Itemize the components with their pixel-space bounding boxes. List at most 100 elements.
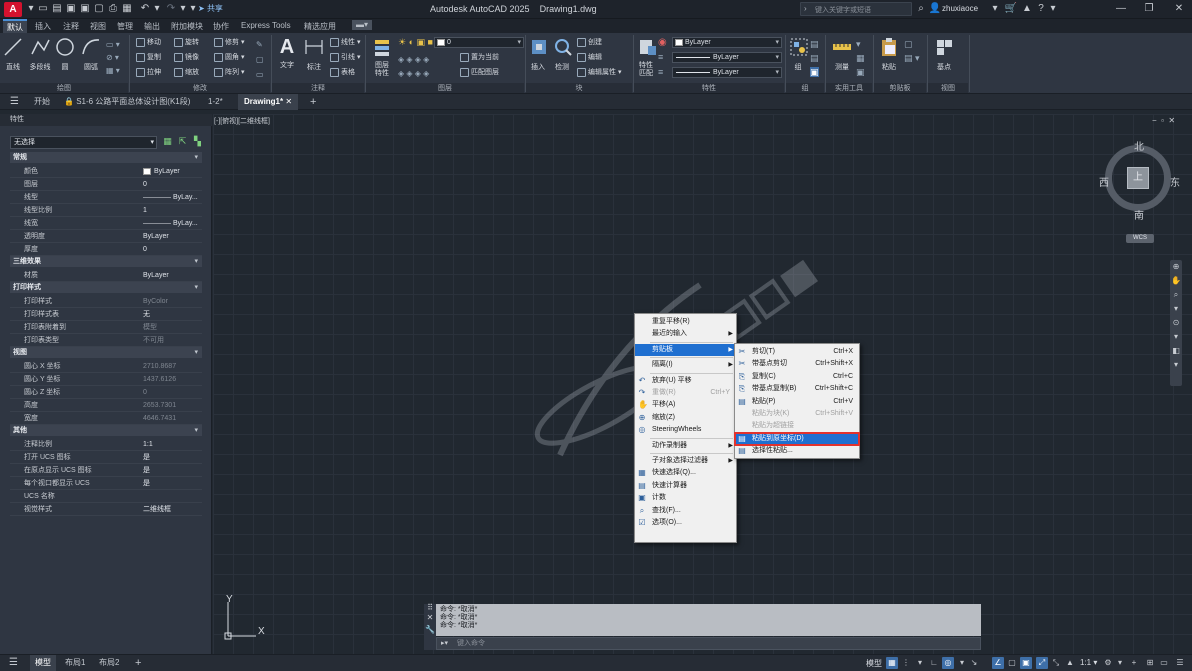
doc-tab-1-2[interactable]: 1-2* — [202, 94, 229, 110]
annotation-group-label[interactable]: 注释 — [272, 83, 364, 93]
close-icon[interactable]: ✕ — [1172, 2, 1186, 16]
quick-select-icon[interactable]: ▚ — [192, 136, 203, 147]
menu-icon[interactable]: ☰ — [4, 94, 25, 110]
tab-addins[interactable]: 附加模块 — [171, 21, 203, 32]
property-row[interactable]: 打印表附着到 模型 — [10, 321, 202, 334]
property-value-cell[interactable]: 不可用 — [143, 334, 164, 347]
section-header[interactable]: 常规 ▾ — [10, 152, 202, 163]
property-row[interactable]: 在原点显示 UCS 图标 是 — [10, 464, 202, 477]
ribbon-minimize-button[interactable]: ▬▾ — [352, 20, 372, 30]
utilities-group-label[interactable]: 实用工具 — [826, 83, 872, 93]
help-dropdown-icon[interactable]: ▾ — [1046, 2, 1060, 16]
polar-icon[interactable]: ◎ — [942, 657, 954, 669]
search-input[interactable]: › 键入关键字或短语 — [800, 2, 912, 16]
customize-status-icon[interactable]: ☰ — [1174, 657, 1186, 669]
selection-dropdown[interactable]: 无选择 ▾ — [10, 136, 157, 149]
nav-tools-icons[interactable]: ⊕ ✋ ⌕ ▾ ⊙ ▾ ◧ ▾ — [1170, 260, 1182, 372]
property-row[interactable]: UCS 名称 — [10, 490, 202, 503]
line-button[interactable]: 直线 — [2, 36, 24, 72]
property-value-cell[interactable]: 1 — [143, 204, 147, 217]
restore-icon[interactable]: ❐ — [1142, 2, 1156, 16]
tab-layout2[interactable]: 布局2 — [94, 655, 124, 671]
menu-item[interactable]: ▤ 选择性粘贴... — [735, 445, 859, 457]
viewport-controls-label[interactable]: [-][俯视][二维线框] — [214, 116, 270, 126]
close-command-line-icon[interactable]: ✕ — [424, 612, 436, 624]
group-selection-icon[interactable]: ▣ — [810, 67, 819, 77]
property-row[interactable]: 宽度 4646.7431 — [10, 412, 202, 425]
annotation-scale-dropdown[interactable]: 1:1 ▾ — [1080, 658, 1097, 667]
new-file-icon[interactable]: ▭ — [38, 3, 48, 15]
select-objects-icon[interactable]: ⇱ — [177, 136, 188, 147]
property-row[interactable]: 注释比例 1:1 — [10, 438, 202, 451]
redo-dropdown-icon[interactable]: ▾ — [178, 3, 188, 15]
user-dropdown-icon[interactable]: ▾ — [988, 2, 1002, 16]
menu-item[interactable]: ▤ 快速计算器 — [635, 480, 736, 492]
lineweight-dropdown[interactable]: ByLayer ▾ — [672, 67, 782, 78]
array-button[interactable]: 阵列 ▾ — [214, 67, 244, 79]
section-header[interactable]: 打印样式 ▾ — [10, 282, 202, 293]
close-tab-icon[interactable]: ✕ — [285, 97, 292, 106]
set-current-button[interactable]: 置为当前 — [460, 52, 499, 64]
property-value-cell[interactable]: 是 — [143, 451, 150, 464]
autodesk-account-icon[interactable]: ▲ — [1020, 2, 1034, 16]
menu-item[interactable]: 粘贴为块(K) Ctrl+Shift+V — [735, 408, 859, 420]
compass-east[interactable]: 东 — [1170, 174, 1180, 189]
edit-attributes-button[interactable]: 编辑属性 ▾ — [577, 67, 621, 79]
menu-item[interactable]: ▤ 粘贴到原坐标(D) — [734, 431, 860, 446]
menu-item[interactable]: ⎘ 复制(C) Ctrl+C — [735, 371, 859, 383]
property-row[interactable]: 材质 ByLayer — [10, 269, 202, 282]
snap-dropdown-icon[interactable]: ▾ — [914, 657, 926, 669]
property-row[interactable]: 打印样式 ByColor — [10, 295, 202, 308]
property-row[interactable]: 每个视口都显示 UCS 是 — [10, 477, 202, 490]
share-button[interactable]: ➤ 共享 — [198, 3, 223, 14]
menu-item[interactable]: ▣ 计数 — [635, 492, 736, 504]
compass-south[interactable]: 南 — [1134, 207, 1144, 222]
view-group-label[interactable]: 视图 — [928, 83, 968, 93]
menu-item[interactable]: ↷ 重做(R) Ctrl+Y — [635, 387, 736, 399]
fillet-button[interactable]: 圆角 ▾ — [214, 52, 244, 64]
property-value-cell[interactable]: 是 — [143, 464, 150, 477]
property-row[interactable]: 圆心 Y 坐标 1437.6126 — [10, 373, 202, 386]
annotation-scale-icon[interactable]: ▲ — [1064, 657, 1076, 669]
menu-item[interactable]: ▦ 快速选择(Q)... — [635, 467, 736, 479]
property-value-cell[interactable]: ByLayer — [143, 165, 180, 178]
tab-annotate[interactable]: 注释 — [63, 21, 79, 32]
property-row[interactable]: 厚度 0 — [10, 243, 202, 256]
layout-menu-icon[interactable]: ☰ — [4, 655, 23, 671]
doc-tab-s1-6[interactable]: 🔒 S1-6 公路平面总体设计图(K1段) — [58, 94, 196, 110]
print-icon[interactable]: ⎙ — [108, 3, 118, 15]
grid-icon[interactable]: ▦ — [886, 657, 898, 669]
command-line-grip[interactable]: ⠿ ✕ 🔧 — [424, 604, 436, 650]
tab-collaborate[interactable]: 协作 — [213, 21, 229, 32]
measure-button[interactable]: 测量 — [830, 36, 854, 72]
property-value-cell[interactable]: 1437.6126 — [143, 373, 176, 386]
menu-item[interactable]: ⌕ 查找(F)... — [635, 505, 736, 517]
clipboard-group-label[interactable]: 剪贴板 — [874, 83, 926, 93]
navigation-bar[interactable]: ⊕ ✋ ⌕ ▾ ⊙ ▾ ◧ ▾ — [1170, 260, 1182, 386]
group-tool-icons[interactable]: ▤ ▤ ▣ — [810, 37, 819, 79]
osnap-toggle-icon[interactable]: ▣ — [1020, 657, 1032, 669]
viewcube[interactable]: 上 — [1103, 143, 1173, 213]
doc-tab-start[interactable]: 开始 — [28, 94, 56, 110]
property-value-cell[interactable]: 4646.7431 — [143, 412, 176, 425]
table-button[interactable]: 表格 — [330, 67, 355, 79]
property-row[interactable]: 视觉样式 二维线框 — [10, 503, 202, 516]
menu-item[interactable]: 剪贴板 ▶ — [635, 343, 736, 356]
match-properties-button[interactable]: 特性 匹配 — [636, 36, 656, 78]
menu-item[interactable]: ⎘ 带基点复制(B) Ctrl+Shift+C — [735, 383, 859, 395]
isodraft-icon[interactable]: ↘ — [968, 657, 980, 669]
circle-button[interactable]: 圆 — [54, 36, 76, 72]
doc-tab-drawing1[interactable]: Drawing1* ✕ — [238, 94, 299, 110]
compass-west[interactable]: 西 — [1099, 174, 1109, 189]
app-menu-arrow-icon[interactable]: ▾ — [26, 3, 36, 15]
cart-icon[interactable]: 🛒 — [1004, 2, 1018, 16]
inspect-button[interactable]: 检测 — [552, 36, 572, 72]
property-value-cell[interactable]: 2653.7301 — [143, 399, 176, 412]
open-file-icon[interactable]: ▤ — [52, 3, 62, 15]
auto-scale-icon[interactable]: ⤡ — [1050, 657, 1062, 669]
edit-block-button[interactable]: 编辑 — [577, 52, 602, 64]
arc-button[interactable]: 圆弧 — [80, 36, 102, 72]
linetype-dropdown[interactable]: ByLayer ▾ — [672, 52, 782, 63]
property-value-cell[interactable]: 1:1 — [143, 438, 153, 451]
mirror-button[interactable]: 镜像 — [174, 52, 199, 64]
